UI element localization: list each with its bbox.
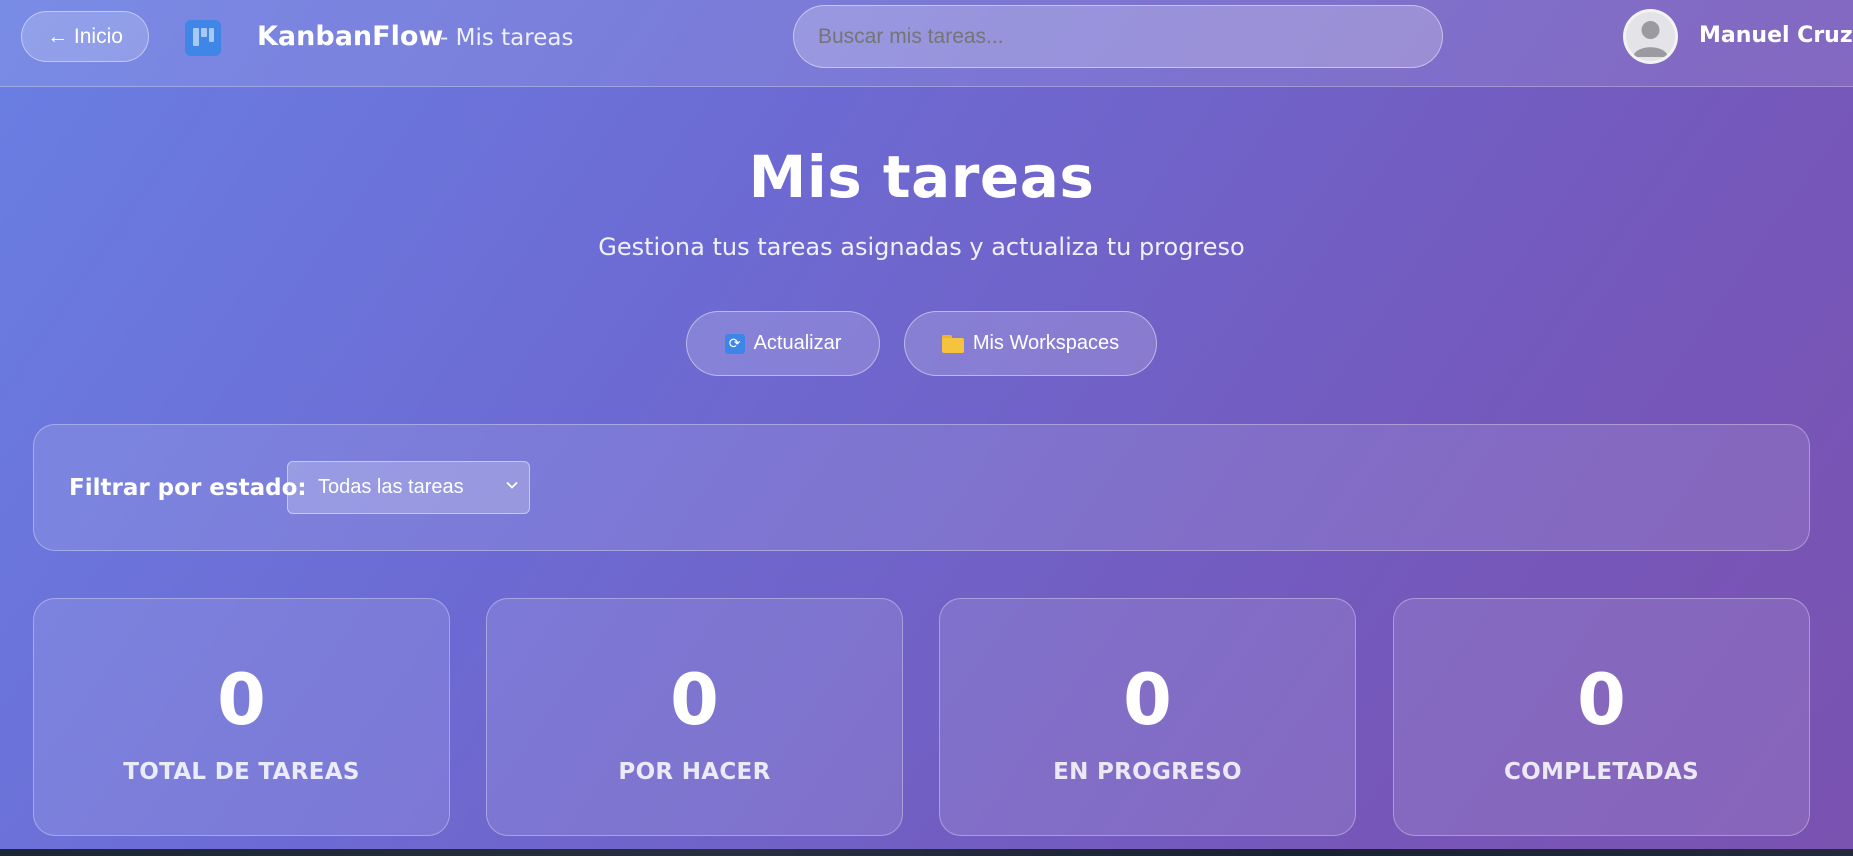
page-context-label: - Mis tareas bbox=[440, 25, 574, 51]
user-avatar-icon[interactable] bbox=[1623, 9, 1678, 64]
top-navigation-bar: ← Inicio KanbanFlow - Mis tareas Manuel … bbox=[0, 0, 1853, 87]
stat-card-in-progress: 0 EN PROGRESO bbox=[939, 598, 1356, 836]
user-silhouette-icon bbox=[1633, 21, 1668, 57]
stat-card-total: 0 TOTAL DE TAREAS bbox=[33, 598, 450, 836]
stat-label: POR HACER bbox=[618, 759, 771, 785]
stat-label: TOTAL DE TAREAS bbox=[123, 759, 360, 785]
stat-value: 0 bbox=[217, 659, 266, 741]
brand-name[interactable]: KanbanFlow bbox=[257, 21, 443, 52]
refresh-button[interactable]: ⟳ Actualizar bbox=[686, 311, 880, 376]
stat-label: EN PROGRESO bbox=[1053, 759, 1242, 785]
page-bottom-edge bbox=[0, 849, 1853, 856]
filter-label: Filtrar por estado: bbox=[69, 475, 307, 501]
chevron-down-icon bbox=[506, 481, 518, 489]
refresh-button-label: Actualizar bbox=[753, 332, 842, 354]
search-input[interactable] bbox=[793, 5, 1443, 68]
page-title: Mis tareas bbox=[748, 143, 1095, 211]
status-filter-select[interactable]: Todas las tareas bbox=[287, 461, 530, 514]
back-to-home-button[interactable]: ← Inicio bbox=[21, 11, 149, 62]
stat-value: 0 bbox=[1123, 659, 1172, 741]
status-filter-value: Todas las tareas bbox=[318, 476, 464, 498]
stat-value: 0 bbox=[670, 659, 719, 741]
my-workspaces-button-label: Mis Workspaces bbox=[972, 332, 1120, 354]
stat-card-todo: 0 POR HACER bbox=[486, 598, 903, 836]
stat-card-completed: 0 COMPLETADAS bbox=[1393, 598, 1810, 836]
folder-icon bbox=[941, 334, 964, 353]
stat-value: 0 bbox=[1577, 659, 1626, 741]
page-subtitle: Gestiona tus tareas asignadas y actualiz… bbox=[598, 233, 1245, 261]
my-workspaces-button[interactable]: Mis Workspaces bbox=[904, 311, 1157, 376]
kanban-board-icon bbox=[185, 20, 221, 56]
user-name[interactable]: Manuel Cruz bbox=[1699, 23, 1853, 48]
stat-label: COMPLETADAS bbox=[1503, 759, 1699, 785]
refresh-icon: ⟳ bbox=[724, 333, 745, 354]
